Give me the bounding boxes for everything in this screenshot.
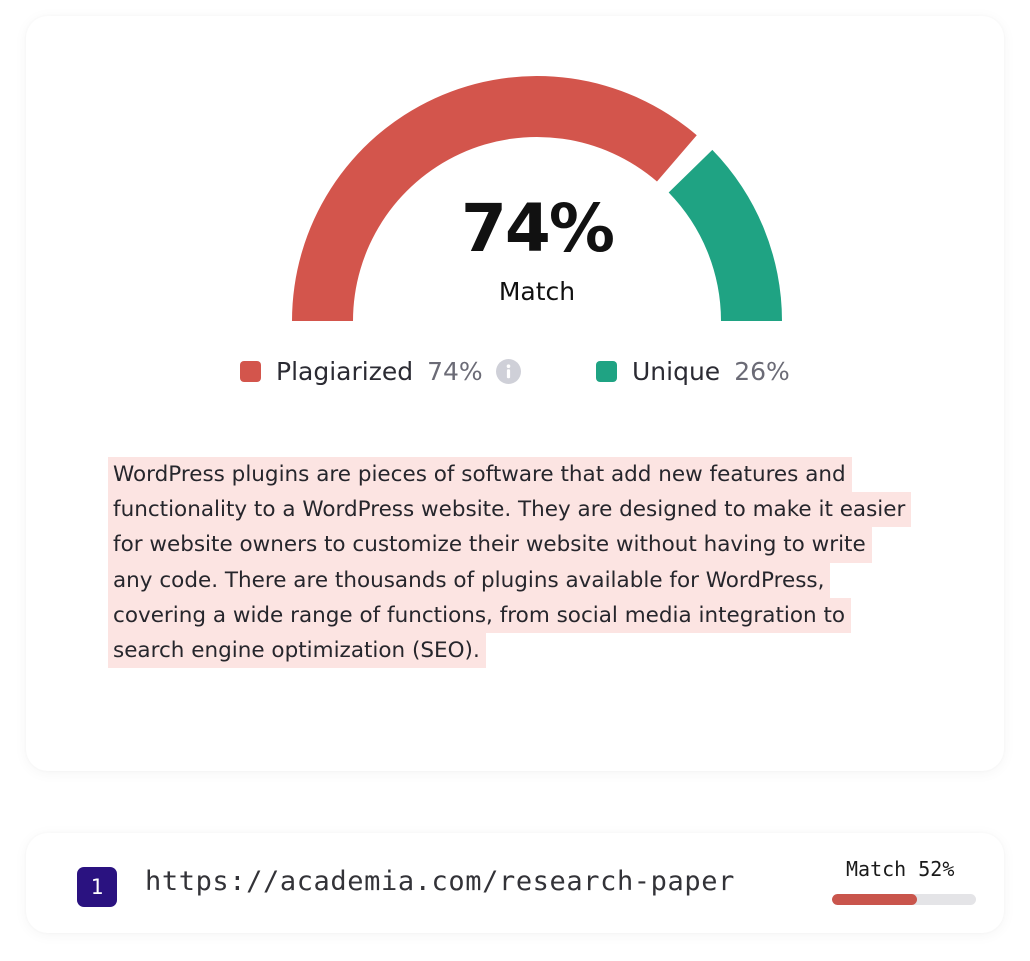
highlighted-line: for website owners to customize their we… xyxy=(108,527,872,563)
legend-plagiarized: Plagiarized 74% xyxy=(240,353,521,389)
source-url-link[interactable]: https://academia.com/research-paper xyxy=(145,866,735,897)
highlighted-line: search engine optimization (SEO). xyxy=(108,633,486,669)
legend-plagiarized-label: Plagiarized xyxy=(276,356,414,386)
legend-unique: Unique 26% xyxy=(596,353,790,389)
source-match-percentage: Match 52% xyxy=(846,857,955,881)
gauge-caption: Match xyxy=(498,277,576,306)
legend-plagiarized-value: 74% xyxy=(427,356,483,386)
legend-unique-label: Unique xyxy=(632,356,721,386)
plagiarized-swatch xyxy=(240,360,261,382)
legend-unique-value: 26% xyxy=(734,356,790,386)
info-icon[interactable] xyxy=(495,358,521,384)
unique-swatch xyxy=(596,360,617,382)
highlighted-line: any code. There are thousands of plugins… xyxy=(108,562,831,598)
highlighted-line: WordPress plugins are pieces of software… xyxy=(108,457,852,493)
highlighted-line: covering a wide range of functions, from… xyxy=(108,597,852,634)
checked-text-passage: WordPress plugins are pieces of software… xyxy=(108,457,938,669)
gauge-percentage: 74% xyxy=(461,190,615,267)
source-match-bar-fill xyxy=(832,894,917,905)
source-rank-badge: 1 xyxy=(77,867,117,907)
plagiarism-report-page: 74% Match Plagiarized 74% Unique 26% Wor… xyxy=(0,0,1030,961)
highlighted-line: functionality to a WordPress website. Th… xyxy=(108,492,912,528)
source-match-bar xyxy=(832,894,976,905)
